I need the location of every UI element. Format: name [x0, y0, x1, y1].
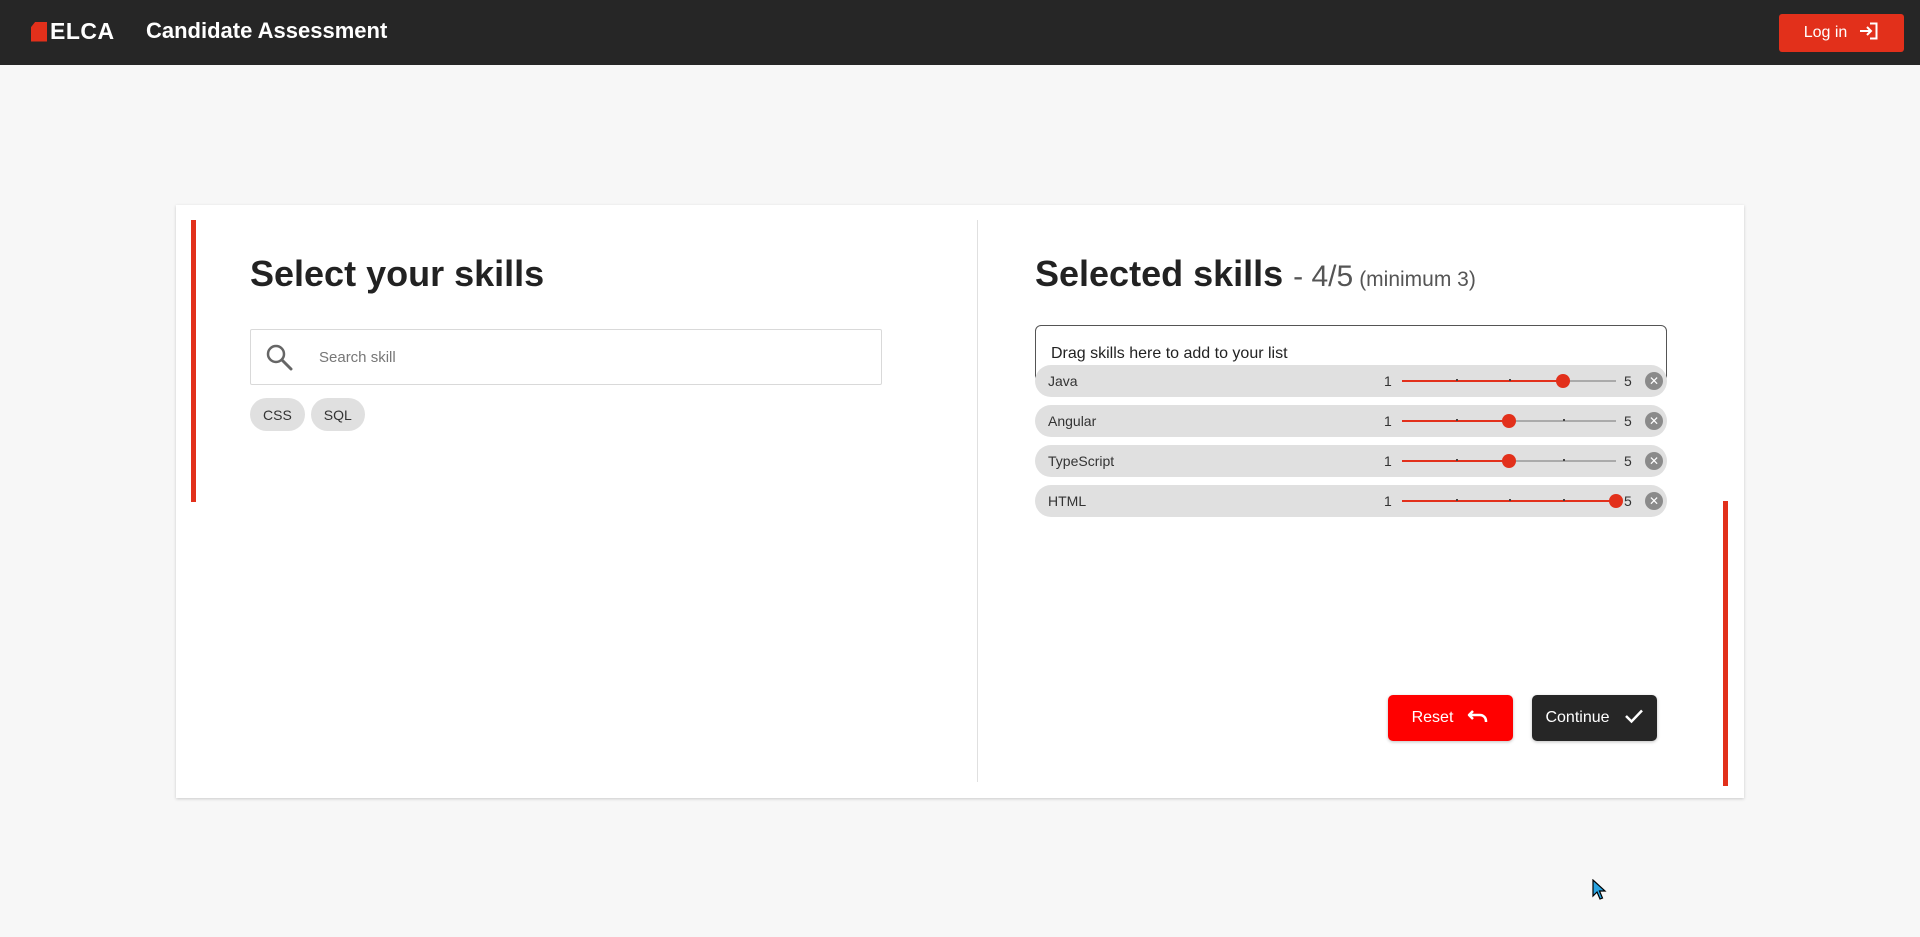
slider-thumb[interactable]: [1502, 454, 1516, 468]
continue-button[interactable]: Continue: [1532, 695, 1657, 741]
login-label: Log in: [1803, 24, 1848, 41]
slider-tick: [1455, 419, 1458, 421]
slider-tick: [1455, 379, 1458, 381]
skill-name: HTML: [1048, 493, 1087, 509]
select-skills-title: Select your skills: [250, 253, 545, 294]
selected-skills-title: Selected skills - 4/5 (minimum 3): [1035, 253, 1476, 295]
slider-tick: [1509, 499, 1511, 501]
slider-min-label: 1: [1384, 453, 1392, 469]
skills-card: Select your skills CSS SQL Selected skil…: [176, 205, 1744, 798]
search-input[interactable]: [319, 348, 839, 366]
remove-skill-icon[interactable]: ✕: [1645, 452, 1663, 470]
slider-min-label: 1: [1384, 413, 1392, 429]
slider-tick: [1455, 459, 1458, 461]
app-title: Candidate Assessment: [146, 18, 388, 43]
remove-skill-icon[interactable]: ✕: [1645, 372, 1663, 390]
slider-tick: [1562, 419, 1565, 421]
mouse-cursor-icon: [1592, 878, 1608, 906]
accent-bar-right: [1723, 501, 1728, 786]
slider-min-label: 1: [1384, 373, 1392, 389]
available-skills: CSS SQL: [250, 398, 365, 431]
skill-chip-sql[interactable]: SQL: [310, 398, 365, 431]
check-icon: [1624, 708, 1644, 729]
elca-logo[interactable]: ELCA: [31, 18, 115, 45]
slider-min-label: 1: [1384, 493, 1392, 509]
login-button[interactable]: Log in: [1779, 14, 1904, 52]
login-icon: [1859, 22, 1879, 45]
undo-icon: [1467, 707, 1489, 730]
skill-row-html[interactable]: HTML 1 5 ✕: [1035, 485, 1667, 517]
slider-tick: [1562, 459, 1565, 461]
skill-name: TypeScript: [1048, 453, 1115, 469]
reset-label: Reset: [1411, 709, 1454, 726]
skill-level-slider[interactable]: [1402, 454, 1616, 468]
skill-name: Java: [1048, 373, 1078, 389]
slider-tick: [1509, 379, 1511, 381]
skill-chip-css[interactable]: CSS: [250, 398, 305, 431]
slider-max-label: 5: [1624, 413, 1632, 429]
skill-row-angular[interactable]: Angular 1 5 ✕: [1035, 405, 1667, 437]
slider-thumb[interactable]: [1609, 494, 1623, 508]
top-bar: ELCA Candidate Assessment Log in: [0, 0, 1920, 65]
slider-max-label: 5: [1624, 373, 1632, 389]
accent-bar-left: [191, 220, 196, 502]
skill-level-slider[interactable]: [1402, 494, 1623, 508]
search-icon: [264, 342, 294, 372]
slider-max-label: 5: [1624, 453, 1632, 469]
skill-level-slider[interactable]: [1402, 374, 1616, 388]
slider-max-label: 5: [1624, 493, 1632, 509]
slider-fill: [1402, 380, 1563, 382]
continue-label: Continue: [1545, 709, 1610, 726]
skill-level-slider[interactable]: [1402, 414, 1616, 428]
logo-mark-icon: [31, 21, 47, 42]
logo-text: ELCA: [50, 18, 115, 44]
skills-minimum: (minimum 3): [1359, 268, 1476, 291]
panel-divider: [977, 220, 978, 782]
search-box[interactable]: [250, 329, 882, 385]
remove-skill-icon[interactable]: ✕: [1645, 412, 1663, 430]
remove-skill-icon[interactable]: ✕: [1645, 492, 1663, 510]
slider-thumb[interactable]: [1555, 374, 1570, 388]
skill-row-typescript[interactable]: TypeScript 1 5 ✕: [1035, 445, 1667, 477]
skill-name: Angular: [1048, 413, 1097, 429]
slider-thumb[interactable]: [1502, 414, 1516, 428]
reset-button[interactable]: Reset: [1388, 695, 1513, 741]
slider-tick: [1455, 499, 1458, 501]
selected-skills-heading: Selected skills: [1035, 253, 1284, 294]
slider-tick: [1562, 499, 1565, 501]
skills-count: - 4/5: [1293, 260, 1354, 293]
skill-row-java[interactable]: Java 1 5 ✕: [1035, 365, 1667, 397]
